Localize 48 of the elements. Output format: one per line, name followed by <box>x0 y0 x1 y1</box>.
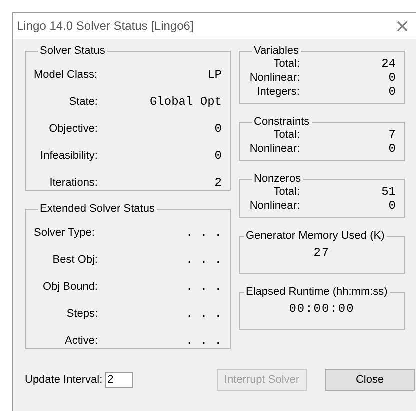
field-label: Best Obj: <box>52 254 98 266</box>
field-label: Iterations: <box>48 176 98 188</box>
field-value: LP <box>206 68 222 82</box>
field-value: . . . <box>184 334 222 348</box>
field-value: 0 <box>214 122 222 136</box>
input-field[interactable]: 2 <box>104 372 133 388</box>
field-label: Steps: <box>66 308 98 320</box>
group-title: Variables <box>253 45 300 57</box>
group-title: Nonzeros <box>253 173 302 185</box>
field-value: 0 <box>214 148 222 162</box>
field-value: 24 <box>380 57 396 71</box>
field-label: Nonlinear: <box>248 200 300 212</box>
field-value: . . . <box>184 280 222 294</box>
field-label: Nonlinear: <box>248 143 300 155</box>
dialog-button[interactable]: Close <box>325 369 415 391</box>
field-value: 27 <box>314 246 330 260</box>
field-value: . . . <box>184 306 222 320</box>
group-title: Constraints <box>253 116 311 128</box>
field-label: Total: <box>272 186 300 198</box>
field-value: . . . <box>184 252 222 266</box>
field-value: 7 <box>388 128 396 142</box>
group-title: Solver Status <box>39 45 106 57</box>
field-label: State: <box>68 96 98 108</box>
group-title: Elapsed Runtime (hh:mm:ss) <box>245 286 389 298</box>
field-label: Update Interval: <box>25 374 103 386</box>
field-value: Global Opt <box>148 94 222 108</box>
field-label: Infeasibility: <box>40 150 98 162</box>
field-label: Model Class: <box>34 68 98 80</box>
field-value: 51 <box>380 185 396 199</box>
field-value: 0 <box>388 199 396 213</box>
field-label: Nonlinear: <box>248 72 300 84</box>
field-value: 00:00:00 <box>289 302 355 316</box>
field-label: Total: <box>272 129 300 141</box>
field-value: 0 <box>388 71 396 85</box>
window-title: Lingo 14.0 Solver Status [Lingo6] <box>17 19 194 33</box>
field-label: Obj Bound: <box>42 280 98 292</box>
field-label: Total: <box>272 58 300 70</box>
close-button[interactable]: × <box>392 16 412 36</box>
field-value: . . . <box>184 226 222 240</box>
group-title: Extended Solver Status <box>39 203 156 215</box>
field-label: Active: <box>64 334 98 346</box>
field-value: 0 <box>388 85 396 99</box>
field-value: 2 <box>214 176 222 190</box>
field-label: Integers: <box>256 86 300 98</box>
field-label: Objective: <box>48 122 98 134</box>
group-title: Generator Memory Used (K) <box>245 230 386 242</box>
field-label: Solver Type: <box>34 226 95 238</box>
field-value: 0 <box>388 142 396 156</box>
